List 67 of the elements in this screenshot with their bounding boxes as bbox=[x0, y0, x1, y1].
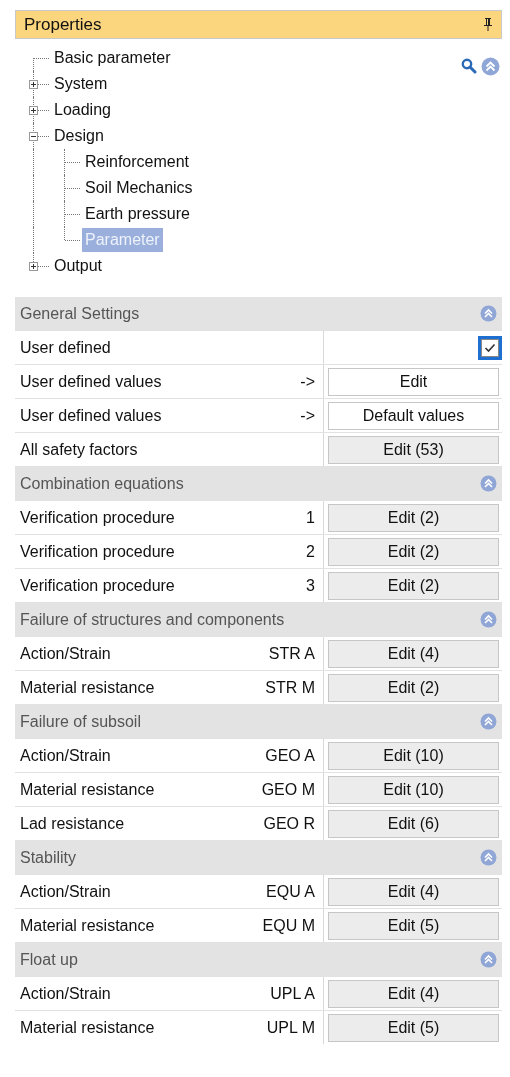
edit-button[interactable]: Edit (10) bbox=[328, 741, 499, 770]
section-title: Stability bbox=[20, 848, 77, 867]
property-label: Action/Strain bbox=[20, 644, 111, 663]
edit-button[interactable]: Edit (5) bbox=[328, 1013, 499, 1042]
property-label: Lad resistance bbox=[20, 814, 125, 833]
property-value: -> bbox=[300, 372, 315, 391]
tree-item[interactable]: Design bbox=[51, 124, 107, 148]
property-label: Material resistance bbox=[20, 916, 155, 935]
search-icon[interactable] bbox=[461, 58, 477, 74]
property-label: Verification procedure bbox=[20, 576, 175, 595]
section-title: Float up bbox=[20, 950, 78, 969]
property-value: EQU M bbox=[262, 916, 315, 935]
property-label: Action/Strain bbox=[20, 984, 111, 1003]
property-value: GEO R bbox=[263, 814, 315, 833]
property-label: Material resistance bbox=[20, 678, 155, 697]
edit-button[interactable]: Edit bbox=[328, 367, 499, 396]
edit-button[interactable]: Edit (4) bbox=[328, 639, 499, 668]
tree-item[interactable]: Reinforcement bbox=[82, 150, 193, 174]
property-value: STR A bbox=[268, 644, 315, 663]
property-label: Action/Strain bbox=[20, 746, 111, 765]
edit-button[interactable]: Edit (2) bbox=[328, 571, 499, 600]
property-value: GEO M bbox=[261, 780, 315, 799]
tree-item[interactable]: Soil Mechanics bbox=[82, 176, 196, 200]
property-value: 1 bbox=[306, 508, 315, 527]
property-label: Verification procedure bbox=[20, 542, 175, 561]
tree-item[interactable]: Basic parameter bbox=[51, 46, 174, 70]
property-label: User defined values bbox=[20, 406, 162, 425]
section-title: Failure of subsoil bbox=[20, 712, 141, 731]
edit-button[interactable]: Edit (2) bbox=[328, 503, 499, 532]
edit-button[interactable]: Edit (6) bbox=[328, 809, 499, 838]
checkbox[interactable] bbox=[481, 338, 499, 357]
section-title: General Settings bbox=[20, 304, 140, 323]
property-label: All safety factors bbox=[20, 440, 138, 459]
property-label: Material resistance bbox=[20, 780, 155, 799]
property-value: UPL A bbox=[270, 984, 315, 1003]
section-title: Combination equations bbox=[20, 474, 184, 493]
edit-button[interactable]: Edit (4) bbox=[328, 877, 499, 906]
property-label: User defined bbox=[20, 338, 111, 357]
tree-item[interactable]: Loading bbox=[51, 98, 114, 122]
property-value: STR M bbox=[265, 678, 315, 697]
tree-item[interactable]: System bbox=[51, 72, 111, 96]
pin-icon[interactable] bbox=[483, 18, 493, 31]
panel-title: Properties bbox=[24, 14, 102, 35]
property-label: Material resistance bbox=[20, 1018, 155, 1037]
property-label: Action/Strain bbox=[20, 882, 111, 901]
tree-item[interactable]: Earth pressure bbox=[82, 202, 193, 226]
property-value: 2 bbox=[306, 542, 315, 561]
edit-button[interactable]: Edit (53) bbox=[328, 435, 499, 464]
collapse-toggle[interactable] bbox=[29, 131, 38, 141]
property-label: Verification procedure bbox=[20, 508, 175, 527]
edit-button[interactable]: Edit (2) bbox=[328, 537, 499, 566]
expand-toggle[interactable] bbox=[29, 261, 38, 271]
edit-button[interactable]: Edit (5) bbox=[328, 911, 499, 940]
property-value: -> bbox=[300, 406, 315, 425]
section-title: Failure of structures and components bbox=[20, 610, 285, 629]
property-value: UPL M bbox=[266, 1018, 315, 1037]
property-value: 3 bbox=[306, 576, 315, 595]
expand-toggle[interactable] bbox=[29, 79, 38, 89]
tree-item[interactable]: Output bbox=[51, 254, 106, 278]
property-value: GEO A bbox=[265, 746, 315, 765]
expand-toggle[interactable] bbox=[29, 105, 38, 115]
edit-button[interactable]: Edit (2) bbox=[328, 673, 499, 702]
edit-button[interactable]: Edit (4) bbox=[328, 979, 499, 1008]
edit-button[interactable]: Edit (10) bbox=[328, 775, 499, 804]
edit-button[interactable]: Default values bbox=[328, 401, 499, 430]
property-label: User defined values bbox=[20, 372, 162, 391]
property-value: EQU A bbox=[266, 882, 315, 901]
